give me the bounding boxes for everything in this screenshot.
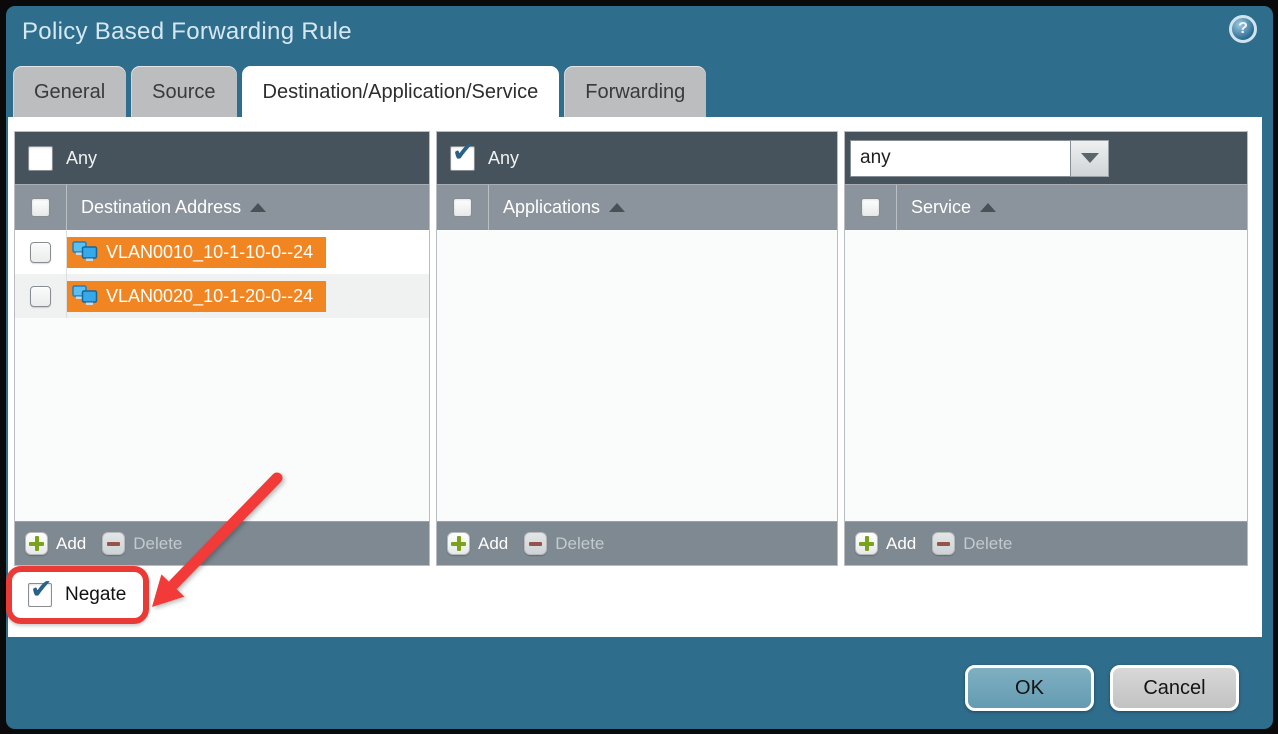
applications-any-label: Any: [488, 148, 519, 169]
help-icon[interactable]: ?: [1229, 15, 1257, 43]
columns-container: ✔ Any Destination Address: [14, 131, 1248, 566]
tab-bar: General Source Destination/Application/S…: [13, 66, 706, 117]
applications-header-row: Applications: [437, 184, 837, 230]
add-icon: [25, 532, 48, 555]
dialog-title: Policy Based Forwarding Rule: [22, 18, 352, 46]
service-header-label: Service: [911, 197, 971, 218]
destination-delete-button[interactable]: Delete: [102, 532, 182, 555]
negate-option: ✔ Negate: [28, 583, 126, 607]
applications-any-checkbox[interactable]: ✔: [450, 146, 475, 171]
delete-icon: [102, 532, 125, 555]
select-all-cell: [15, 185, 67, 230]
sort-ascending-icon: [250, 203, 266, 212]
row-checkbox[interactable]: [30, 286, 51, 307]
tab-forwarding[interactable]: Forwarding: [564, 66, 706, 117]
applications-add-button[interactable]: Add: [447, 532, 508, 555]
destination-any-label: Any: [66, 148, 97, 169]
sort-ascending-icon: [609, 203, 625, 212]
service-footer: Add Delete: [845, 521, 1247, 565]
destination-row-2[interactable]: VLAN0020_10-1-20-0--24: [15, 274, 429, 318]
row-checkbox[interactable]: [30, 242, 51, 263]
service-add-button[interactable]: Add: [855, 532, 916, 555]
delete-label: Delete: [555, 534, 604, 554]
add-icon: [855, 532, 878, 555]
row-content: VLAN0010_10-1-10-0--24: [67, 230, 429, 274]
negate-label: Negate: [65, 584, 126, 606]
destination-select-all-checkbox[interactable]: [31, 198, 50, 217]
service-dropdown-row: any: [845, 132, 1247, 184]
select-all-cell: [845, 185, 897, 230]
row-content: VLAN0020_10-1-20-0--24: [67, 274, 429, 318]
address-object-chip[interactable]: VLAN0010_10-1-10-0--24: [67, 237, 326, 268]
row-checkbox-cell: [15, 274, 67, 318]
service-delete-button[interactable]: Delete: [932, 532, 1012, 555]
address-object-name: VLAN0020_10-1-20-0--24: [106, 286, 313, 307]
destination-add-button[interactable]: Add: [25, 532, 86, 555]
address-object-name: VLAN0010_10-1-10-0--24: [106, 242, 313, 263]
destination-row-1[interactable]: VLAN0010_10-1-10-0--24: [15, 230, 429, 274]
destination-address-header-row: Destination Address: [15, 184, 429, 230]
add-label: Add: [886, 534, 916, 554]
cancel-button[interactable]: Cancel: [1110, 665, 1239, 711]
tab-content-panel: ✔ Any Destination Address: [8, 117, 1262, 637]
service-list: [845, 230, 1247, 521]
applications-select-all-checkbox[interactable]: [453, 198, 472, 217]
delete-label: Delete: [963, 534, 1012, 554]
row-checkbox-cell: [15, 230, 67, 274]
service-select-all-checkbox[interactable]: [861, 198, 880, 217]
select-all-cell: [437, 185, 489, 230]
applications-column-header[interactable]: Applications: [489, 197, 625, 218]
sort-ascending-icon: [980, 203, 996, 212]
delete-label: Delete: [133, 534, 182, 554]
service-header-row: Service: [845, 184, 1247, 230]
service-column-header[interactable]: Service: [897, 197, 996, 218]
destination-any-row: ✔ Any: [15, 132, 429, 184]
network-address-icon: [72, 241, 98, 264]
address-object-chip[interactable]: VLAN0020_10-1-20-0--24: [67, 281, 326, 312]
destination-address-panel: ✔ Any Destination Address: [14, 131, 430, 566]
dropdown-button[interactable]: [1071, 140, 1109, 177]
destination-address-header-label: Destination Address: [81, 197, 241, 218]
check-icon: ✔: [452, 139, 475, 166]
chevron-down-icon: [1081, 153, 1099, 163]
tab-general[interactable]: General: [13, 66, 126, 117]
service-dropdown-value: any: [850, 140, 1071, 177]
check-icon: ✔: [30, 576, 53, 603]
destination-address-list: VLAN0010_10-1-10-0--24: [15, 230, 429, 521]
service-panel: any Service: [844, 131, 1248, 566]
applications-footer: Add Delete: [437, 521, 837, 565]
applications-any-row: ✔ Any: [437, 132, 837, 184]
policy-based-forwarding-dialog: Policy Based Forwarding Rule ? General S…: [6, 6, 1273, 729]
applications-header-label: Applications: [503, 197, 600, 218]
destination-any-checkbox[interactable]: ✔: [28, 146, 53, 171]
delete-icon: [932, 532, 955, 555]
destination-footer: Add Delete: [15, 521, 429, 565]
negate-checkbox[interactable]: ✔: [28, 583, 52, 607]
applications-list: [437, 230, 837, 521]
destination-address-column-header[interactable]: Destination Address: [67, 197, 266, 218]
delete-icon: [524, 532, 547, 555]
applications-panel: ✔ Any Applications Add: [436, 131, 838, 566]
add-label: Add: [56, 534, 86, 554]
tab-destination-application-service[interactable]: Destination/Application/Service: [242, 66, 560, 117]
service-dropdown[interactable]: any: [850, 140, 1109, 177]
add-label: Add: [478, 534, 508, 554]
ok-button[interactable]: OK: [965, 665, 1094, 711]
add-icon: [447, 532, 470, 555]
network-address-icon: [72, 285, 98, 308]
applications-delete-button[interactable]: Delete: [524, 532, 604, 555]
tab-source[interactable]: Source: [131, 66, 236, 117]
